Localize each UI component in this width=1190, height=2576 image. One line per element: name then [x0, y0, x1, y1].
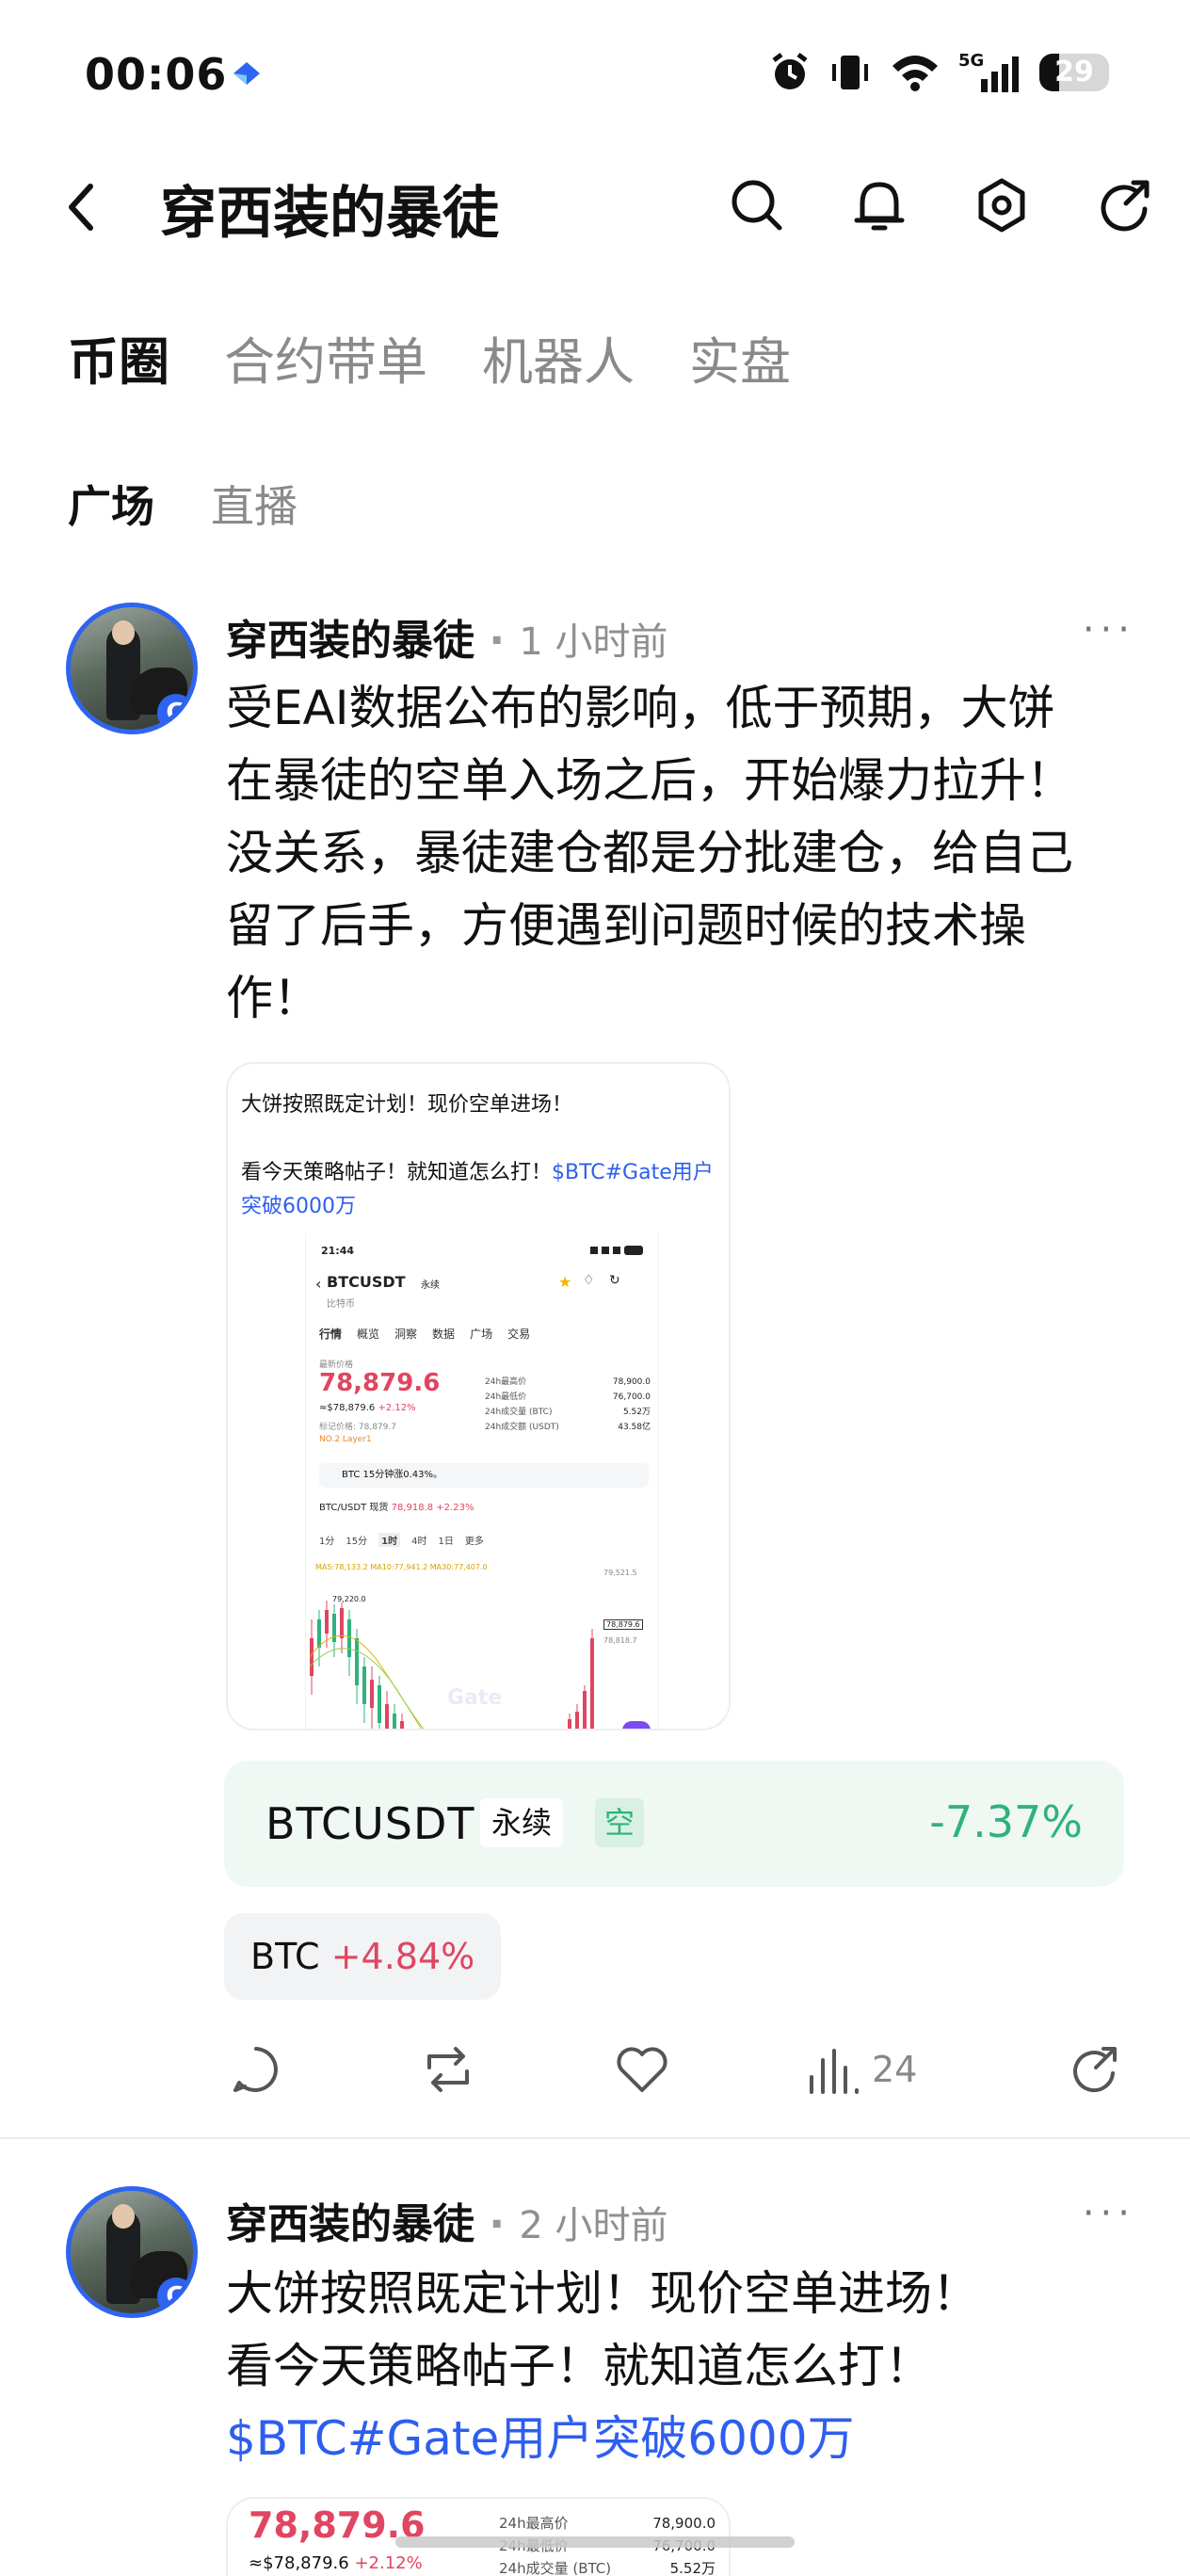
wifi-icon — [892, 56, 938, 91]
image-caption: 大饼按照既定计划！现价空单进场！ 看今天策略帖子！就知道怎么打！$BTC#Gat… — [241, 1093, 714, 1218]
page-title: 穿西装的暴徒 — [160, 181, 499, 247]
svg-text:5G: 5G — [958, 51, 984, 71]
top-nav: 穿西装的暴徒 — [0, 151, 1190, 264]
share-post-icon[interactable] — [1068, 2043, 1120, 2096]
more-options-icon[interactable]: ··· — [1083, 2192, 1135, 2235]
verified-badge-icon: G — [157, 2278, 193, 2313]
subtab-square[interactable]: 广场 — [68, 473, 154, 535]
more-options-icon[interactable]: ··· — [1083, 608, 1135, 652]
vibrate-icon — [832, 56, 868, 89]
avatar[interactable]: G — [66, 2186, 198, 2318]
bell-icon[interactable] — [851, 175, 908, 235]
post-text: 大饼按照既定计划！现价空单进场！ 看今天策略帖子！就知道怎么打！ $BTC#Ga… — [226, 2258, 1130, 2475]
like-icon[interactable] — [614, 2043, 670, 2096]
tab-copy-trading[interactable]: 合约带单 — [224, 320, 427, 394]
status-icons: 5G 29 — [768, 51, 1109, 94]
status-bar: 00:06 5G 29 — [0, 0, 1190, 151]
home-indicator[interactable] — [395, 2536, 795, 2548]
post-actions: 24 — [0, 2028, 1190, 2113]
post-link[interactable]: $BTC#Gate用户突破6000万 — [226, 2403, 1130, 2475]
post-time: 2 小时前 — [519, 2204, 668, 2247]
candlestick-chart: Gate — [309, 1601, 651, 1729]
post-author[interactable]: 穿西装的暴徒 · 2 小时前 — [226, 2190, 668, 2250]
search-icon[interactable] — [729, 175, 785, 235]
subtab-live[interactable]: 直播 — [211, 473, 298, 535]
views: 24 — [806, 2043, 917, 2096]
repost-icon[interactable] — [422, 2043, 474, 2096]
views-icon — [810, 2049, 859, 2094]
signal-icon: 5G — [958, 51, 1019, 92]
battery-icon: 29 — [1039, 54, 1109, 91]
coin-tag[interactable]: BTC +4.84% — [224, 1913, 502, 2000]
contract-card[interactable]: BTCUSDT 永续 空 -7.37% — [224, 1761, 1124, 1887]
comment-icon[interactable] — [230, 2043, 282, 2096]
tab-live-trading[interactable]: 实盘 — [689, 320, 791, 394]
share-icon[interactable] — [1096, 175, 1152, 235]
tab-crypto[interactable]: 币圈 — [68, 320, 169, 394]
status-time: 00:06 — [85, 49, 228, 100]
settings-icon[interactable] — [973, 175, 1030, 235]
avatar[interactable]: G — [66, 603, 198, 734]
alarm-icon — [772, 53, 808, 89]
contract-pnl: -7.37% — [929, 1796, 1083, 1847]
post-image[interactable]: 大饼按照既定计划！现价空单进场！ 看今天策略帖子！就知道怎么打！$BTC#Gat… — [226, 1062, 731, 1731]
tab-bots[interactable]: 机器人 — [482, 320, 635, 394]
contract-symbol: BTCUSDT — [265, 1798, 475, 1849]
embedded-screenshot: 21:44 ‹ BTCUSDT 永续 比特币 ★ ♢ ↻ 行情 概览 洞察 数据… — [305, 1233, 659, 1729]
verified-badge-icon: G — [157, 694, 193, 730]
contract-side-badge: 空 — [595, 1798, 644, 1847]
post-divider — [0, 2137, 1190, 2139]
views-count: 24 — [872, 2049, 918, 2090]
sub-tabs: 广场 直播 — [68, 473, 298, 535]
main-tabs: 币圈 合约带单 机器人 实盘 — [68, 320, 791, 394]
post-author[interactable]: 穿西装的暴徒 · 1 小时前 — [226, 606, 668, 667]
app-notification-icon — [233, 62, 260, 85]
contract-type-badge: 永续 — [480, 1798, 564, 1847]
post-time: 1 小时前 — [519, 620, 668, 664]
svg-text:Gate: Gate — [447, 1686, 502, 1710]
post-text: 受EAI数据公布的影响，低于预期，大饼 在暴徒的空单入场之后，开始爆力拉升！ 没… — [226, 681, 1073, 1025]
back-icon[interactable] — [62, 179, 100, 235]
